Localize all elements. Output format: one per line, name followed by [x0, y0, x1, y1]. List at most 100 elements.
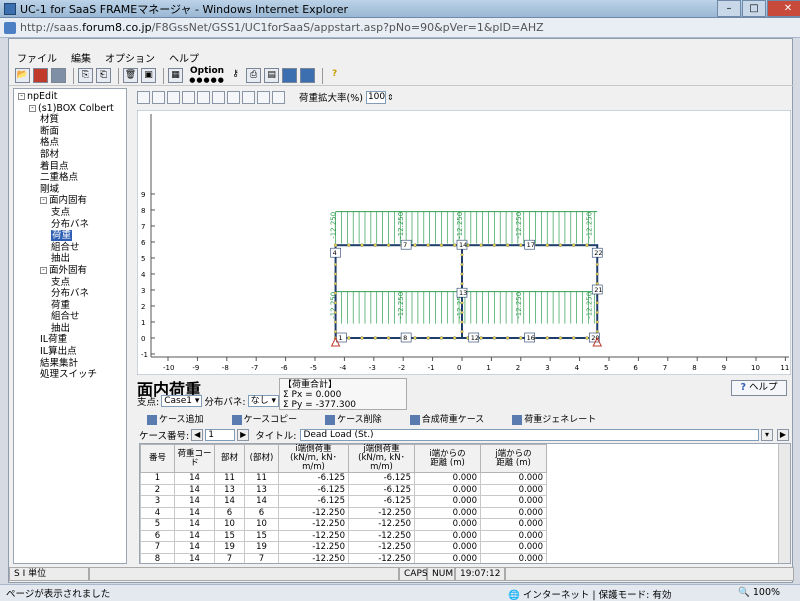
zoom-out-icon[interactable]: [167, 90, 180, 104]
table-cell[interactable]: 6: [140, 529, 175, 542]
table-cell[interactable]: -12.250: [348, 529, 415, 542]
table-cell[interactable]: 7: [140, 541, 175, 554]
combined-case-button[interactable]: 合成荷重ケース: [409, 412, 499, 425]
case-prev-button[interactable]: ◀: [191, 429, 204, 441]
ie-zoom[interactable]: 🔍 100%: [738, 587, 780, 598]
table-cell[interactable]: -12.250: [278, 552, 349, 563]
table-cell[interactable]: 13: [244, 483, 279, 496]
table-cell[interactable]: 14: [174, 506, 215, 519]
table-cell[interactable]: 0.000: [480, 529, 547, 542]
fit2-icon[interactable]: [300, 68, 316, 83]
menu-option[interactable]: オプション: [103, 50, 157, 65]
member-number-icon[interactable]: [227, 90, 240, 104]
table-row[interactable]: 4 14 6 6 -12.250 -12.250 0.000 0.000: [140, 506, 547, 519]
table-cell[interactable]: -6.125: [278, 483, 349, 496]
table-cell[interactable]: -6.125: [278, 495, 349, 508]
table-cell[interactable]: 2: [140, 483, 175, 496]
table-cell[interactable]: -12.250: [278, 518, 349, 531]
tree-item[interactable]: 支点: [18, 277, 126, 289]
table-cell[interactable]: -12.250: [348, 506, 415, 519]
maximize-button[interactable]: □: [742, 0, 766, 17]
table-cell[interactable]: 0.000: [480, 518, 547, 531]
address-bar[interactable]: http://saas.forum8.co.jp/F8GssNet/GSS1/U…: [0, 18, 800, 38]
table-cell[interactable]: -12.250: [278, 506, 349, 519]
table-cell[interactable]: 14: [174, 518, 215, 531]
table-cell[interactable]: -12.250: [348, 552, 415, 563]
add-case-button[interactable]: ケース追加: [147, 412, 218, 425]
table-cell[interactable]: 6: [214, 506, 245, 519]
load-scale-input[interactable]: 100: [365, 90, 386, 104]
table-row[interactable]: 6 14 15 15 -12.250 -12.250 0.000 0.000: [140, 529, 547, 542]
column-header[interactable]: 荷重コード: [174, 444, 215, 473]
table-cell[interactable]: -12.250: [348, 541, 415, 554]
tree-item[interactable]: 分布バネ: [18, 219, 126, 231]
table-cell[interactable]: 14: [174, 552, 215, 563]
tree-item[interactable]: 分布バネ: [18, 288, 126, 300]
load-generate-button[interactable]: 荷重ジェネレート: [512, 412, 610, 425]
tree-item[interactable]: 支点: [18, 207, 126, 219]
table-cell[interactable]: 14: [214, 495, 245, 508]
table-cell[interactable]: 0.000: [480, 483, 547, 496]
table-cell[interactable]: -12.250: [348, 518, 415, 531]
tree-item[interactable]: - (s1)BOX Colbert: [18, 103, 126, 115]
table-cell[interactable]: 5: [140, 518, 175, 531]
table-icon[interactable]: [272, 90, 285, 104]
grid-icon[interactable]: ▤: [264, 68, 280, 83]
load-table-grid[interactable]: 番号 荷重コード 部材 (部材) i端側荷重 (kN/m, kN･m/m) j端側荷重 (kN…: [140, 444, 547, 563]
table-row[interactable]: 7 14 19 19 -12.250 -12.250 0.000 0.000: [140, 541, 547, 554]
minimize-button[interactable]: –: [717, 0, 741, 17]
frame-canvas[interactable]: 9876543210-1-10 -9 -8 -7 -6 -5 -4 -3 -2 -1 0 1 2 3 4 5 6…: [137, 110, 791, 375]
table-cell[interactable]: 6: [244, 506, 279, 519]
tree-item[interactable]: 荷重: [18, 230, 126, 242]
table-cell[interactable]: 13: [214, 483, 245, 496]
tree-collapse-icon[interactable]: -: [40, 197, 47, 205]
table-row[interactable]: 5 14 10 10 -12.250 -12.250 0.000 0.000: [140, 518, 547, 531]
table-cell[interactable]: 0.000: [414, 483, 481, 496]
table-cell[interactable]: 10: [244, 518, 279, 531]
print-icon[interactable]: ⎙: [246, 68, 262, 83]
load-table[interactable]: 番号 荷重コード 部材 (部材) i端側荷重 (kN/m, kN･m/m) j端側荷重 (kN…: [139, 443, 791, 564]
tree-item[interactable]: 剛域: [18, 184, 126, 196]
table-cell[interactable]: 19: [214, 541, 245, 554]
tree-item[interactable]: 抽出: [18, 253, 126, 265]
table-row[interactable]: 2 14 13 13 -6.125 -6.125 0.000 0.000: [140, 483, 547, 496]
table-cell[interactable]: 3: [140, 495, 175, 508]
tree-item[interactable]: 着目点: [18, 161, 126, 173]
menu-edit[interactable]: 編集: [69, 50, 93, 65]
spring-select[interactable]: なし ▾: [247, 395, 279, 407]
tree-collapse-icon[interactable]: -: [40, 266, 47, 274]
case-title-input[interactable]: Dead Load (St.): [300, 429, 759, 441]
copy-case-button[interactable]: ケースコピー: [231, 412, 312, 425]
table-cell[interactable]: 0.000: [480, 472, 547, 485]
key-icon[interactable]: ⚷: [228, 68, 243, 83]
table-cell[interactable]: 0.000: [480, 506, 547, 519]
delete-case-button[interactable]: ケース削除: [325, 412, 396, 425]
table-cell[interactable]: -6.125: [348, 472, 415, 485]
calc-icon[interactable]: ▦: [168, 68, 183, 83]
axis-icon[interactable]: [197, 90, 210, 104]
column-header[interactable]: i端側荷重 (kN/m, kN･m/m): [278, 444, 349, 473]
help-button[interactable]: ? ヘルプ: [731, 380, 787, 396]
table-cell[interactable]: 0.000: [414, 552, 481, 563]
table-cell[interactable]: 1: [140, 472, 175, 485]
table-row[interactable]: 1 14 11 11 -6.125 -6.125 0.000 0.000: [140, 472, 547, 485]
tree-item[interactable]: - 面外固有: [18, 265, 126, 277]
table-cell[interactable]: 7: [214, 552, 245, 563]
load-scale-spinner[interactable]: ⇕: [387, 93, 394, 102]
title-next-button[interactable]: ▶: [777, 429, 789, 441]
tree-item[interactable]: - 面内固有: [18, 195, 126, 207]
tree-item[interactable]: 組合せ: [18, 311, 126, 323]
table-cell[interactable]: 11: [244, 472, 279, 485]
tree-collapse-icon[interactable]: -: [18, 93, 25, 100]
table-cell[interactable]: 0.000: [480, 541, 547, 554]
table-scrollbar[interactable]: [778, 444, 790, 563]
tree-item[interactable]: 格点: [18, 137, 126, 149]
table-cell[interactable]: 15: [244, 529, 279, 542]
tree-item[interactable]: IL算出点: [18, 346, 126, 358]
pan-icon[interactable]: [182, 90, 195, 104]
delete-icon[interactable]: 🗑: [123, 68, 138, 83]
table-cell[interactable]: -12.250: [278, 541, 349, 554]
case-next-button[interactable]: ▶: [237, 429, 250, 441]
table-cell[interactable]: 0.000: [480, 552, 547, 563]
table-cell[interactable]: 19: [244, 541, 279, 554]
